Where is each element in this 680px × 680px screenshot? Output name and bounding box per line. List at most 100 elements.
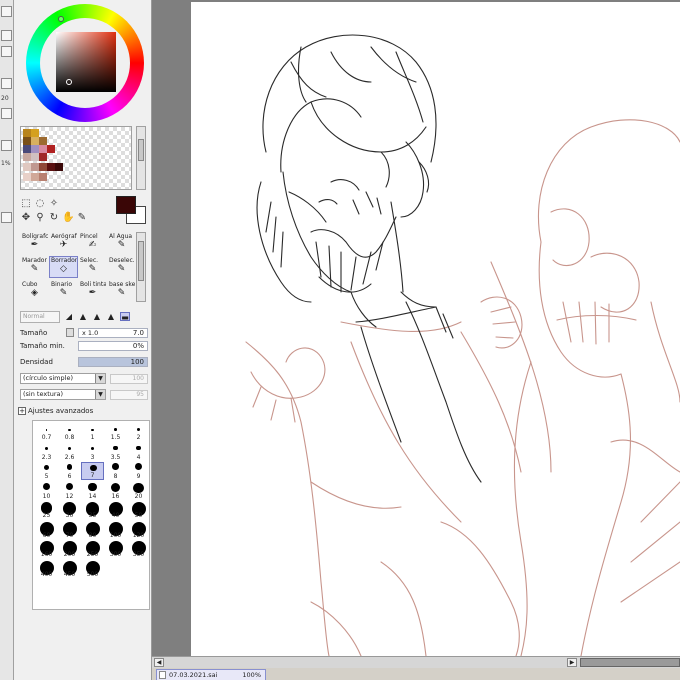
- brush-size-cell[interactable]: 70: [58, 521, 81, 539]
- swatch[interactable]: [31, 163, 39, 171]
- brush-size-cell[interactable]: 40: [104, 501, 127, 519]
- medium-edge-icon[interactable]: ▲: [92, 312, 102, 321]
- swatch[interactable]: [23, 173, 31, 181]
- scroll-thumb[interactable]: [580, 658, 680, 667]
- brush-scroll-thumb[interactable]: [138, 241, 144, 281]
- brush-size-cell[interactable]: 300: [104, 540, 127, 558]
- swatch[interactable]: [47, 163, 55, 171]
- palette-scroll-thumb[interactable]: [138, 139, 144, 161]
- rotate-icon[interactable]: ↻: [48, 212, 60, 224]
- brush-size-cell[interactable]: 6: [58, 462, 81, 480]
- brush-tool-pincel[interactable]: Pincel ✍: [78, 232, 107, 254]
- canvas-horizontal-scrollbar[interactable]: ◀ ▶: [152, 656, 680, 668]
- brush-size-cell[interactable]: 50: [127, 501, 150, 519]
- brush-size-cell[interactable]: 0.8: [58, 423, 81, 441]
- hand-icon[interactable]: ✋: [62, 212, 74, 224]
- swatch[interactable]: [23, 129, 31, 137]
- scroll-right-button[interactable]: ▶: [567, 658, 577, 667]
- brush-size-cell[interactable]: 4: [127, 443, 150, 461]
- brush-size-cell[interactable]: 12: [58, 482, 81, 500]
- document-tab[interactable]: 07.03.2021.sai 100%: [156, 669, 266, 680]
- brush-size-cell[interactable]: 5: [35, 462, 58, 480]
- flat-edge-icon[interactable]: ▬: [120, 312, 130, 322]
- swatch[interactable]: [31, 173, 39, 181]
- brush-size-cell[interactable]: 35: [81, 501, 104, 519]
- brush-size-cell[interactable]: 120: [127, 521, 150, 539]
- brush-tool-marador[interactable]: Marador ✎: [20, 256, 49, 278]
- swatch[interactable]: [39, 153, 47, 161]
- brush-size-cell[interactable]: 60: [35, 521, 58, 539]
- swatch[interactable]: [31, 137, 39, 145]
- brush-tool-boligrafo[interactable]: Bolígrafc ✒: [20, 232, 49, 254]
- scroll-left-button[interactable]: ◀: [154, 658, 164, 667]
- brush-grid-scrollbar[interactable]: [136, 232, 146, 302]
- brush-tool-binario[interactable]: Binario ✎: [49, 280, 78, 302]
- saturation-value-square[interactable]: [56, 32, 116, 92]
- brush-tool-cubo[interactable]: Cubo ◈: [20, 280, 49, 302]
- brush-size-cell[interactable]: 9: [127, 462, 150, 480]
- swatch[interactable]: [39, 137, 47, 145]
- strip-button[interactable]: [1, 212, 12, 223]
- strip-button[interactable]: [1, 108, 12, 119]
- brush-size-cell[interactable]: 100: [104, 521, 127, 539]
- swatch[interactable]: [23, 163, 31, 171]
- rect-select-icon[interactable]: ⬚: [20, 198, 32, 210]
- density-slider[interactable]: 100: [78, 357, 148, 367]
- brush-tool-deselec[interactable]: Deselec. ✎: [107, 256, 136, 278]
- brush-size-cell[interactable]: 500: [81, 560, 104, 578]
- brush-size-cell[interactable]: 20: [127, 482, 150, 500]
- brush-size-cell[interactable]: 160: [35, 540, 58, 558]
- swatch[interactable]: [39, 145, 47, 153]
- swatch[interactable]: [39, 163, 47, 171]
- brush-size-cell[interactable]: 16: [104, 482, 127, 500]
- eyedropper-icon[interactable]: ✎: [76, 212, 88, 224]
- brush-tool-al-agua[interactable]: Al Agua ✎: [107, 232, 136, 254]
- size-multiplier-dropdown[interactable]: [66, 328, 74, 337]
- brush-size-cell[interactable]: 2: [127, 423, 150, 441]
- swatch[interactable]: [31, 129, 39, 137]
- zoom-icon[interactable]: ⚲: [34, 212, 46, 224]
- brush-size-cell[interactable]: 400: [35, 560, 58, 578]
- brush-size-cell[interactable]: 25: [35, 501, 58, 519]
- advanced-settings-toggle[interactable]: + Ajustes avanzados: [18, 407, 93, 415]
- brush-size-cell[interactable]: 200: [58, 540, 81, 558]
- swatch[interactable]: [23, 145, 31, 153]
- swatch[interactable]: [23, 137, 31, 145]
- min-size-slider[interactable]: 0%: [78, 341, 148, 351]
- brush-tool-base-ske[interactable]: base ske ✎: [107, 280, 136, 302]
- brush-texture-dropdown[interactable]: (sin textura) ▼: [20, 389, 106, 400]
- foreground-color-swatch[interactable]: [116, 196, 136, 214]
- brush-size-cell[interactable]: 0.7: [35, 423, 58, 441]
- lasso-icon[interactable]: ◌: [34, 198, 46, 210]
- brush-size-cell[interactable]: 2.3: [35, 443, 58, 461]
- brush-size-cell[interactable]: 3: [81, 443, 104, 461]
- soft-edge-icon[interactable]: ▲: [78, 312, 88, 321]
- brush-shape-dropdown[interactable]: (círculo simple) ▼: [20, 373, 106, 384]
- strip-button[interactable]: [1, 30, 12, 41]
- brush-size-cell[interactable]: 1.5: [104, 423, 127, 441]
- brush-tool-aerografo[interactable]: Aerógraf ✈: [49, 232, 78, 254]
- brush-size-cell[interactable]: 250: [81, 540, 104, 558]
- brush-size-cell[interactable]: 450: [58, 560, 81, 578]
- brush-tool-selec[interactable]: Selec. ✎: [78, 256, 107, 278]
- color-wheel[interactable]: [26, 4, 144, 122]
- brush-size-cell[interactable]: 7: [81, 462, 104, 480]
- brush-size-cell[interactable]: 10: [35, 482, 58, 500]
- size-slider[interactable]: x 1.0 7.0: [78, 328, 148, 338]
- brush-size-cell[interactable]: 2.6: [58, 443, 81, 461]
- magic-wand-icon[interactable]: ✧: [48, 198, 60, 210]
- swatch[interactable]: [55, 163, 63, 171]
- canvas-area[interactable]: [152, 0, 680, 657]
- move-icon[interactable]: ✥: [20, 212, 32, 224]
- brush-size-cell[interactable]: 80: [81, 521, 104, 539]
- hue-marker[interactable]: [58, 16, 64, 22]
- brush-size-cell[interactable]: 3.5: [104, 443, 127, 461]
- swatch[interactable]: [31, 153, 39, 161]
- brush-size-cell[interactable]: 8: [104, 462, 127, 480]
- round-edge-icon[interactable]: ▲: [106, 312, 116, 321]
- hard-edge-icon[interactable]: ◢: [64, 312, 74, 321]
- brush-tool-boli-tinta[interactable]: Boli tinta ✒: [78, 280, 107, 302]
- swatch[interactable]: [47, 145, 55, 153]
- strip-button[interactable]: [1, 46, 12, 57]
- brush-tool-borrador[interactable]: Borrador ◇: [49, 256, 78, 278]
